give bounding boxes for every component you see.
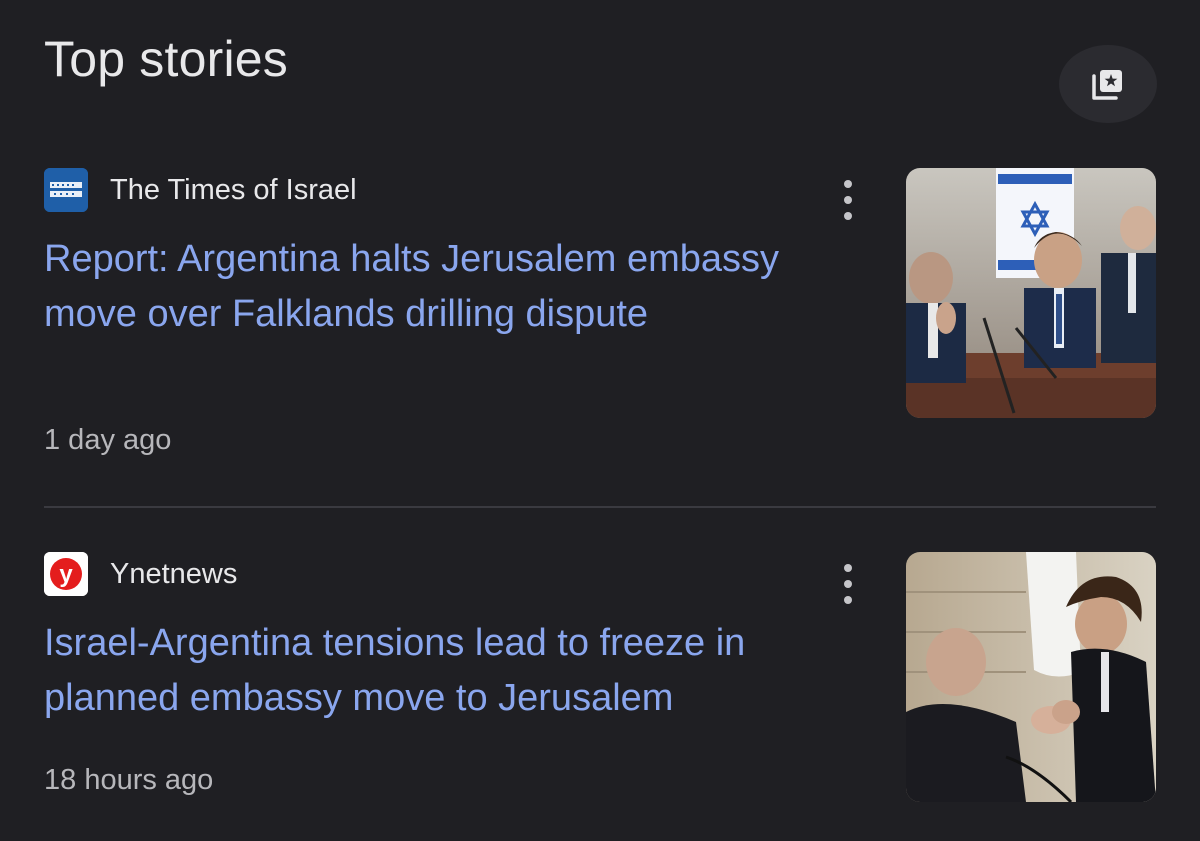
source-name: The Times of Israel — [110, 173, 357, 206]
times-of-israel-logo — [44, 168, 88, 212]
source-name: Ynetnews — [110, 557, 238, 590]
story-thumbnail[interactable] — [906, 168, 1156, 418]
story-headline[interactable]: Israel-Argentina tensions lead to freeze… — [44, 616, 844, 726]
more-options-button[interactable] — [834, 564, 862, 604]
more-dot — [844, 580, 852, 588]
story-timestamp: 18 hours ago — [44, 764, 214, 796]
story-divider — [44, 506, 1156, 508]
section-title: Top stories — [44, 31, 288, 87]
more-options-button[interactable] — [834, 180, 862, 220]
ynetnews-logo: y — [44, 552, 88, 596]
story-headline[interactable]: Report: Argentina halts Jerusalem embass… — [44, 232, 844, 342]
story-thumbnail[interactable] — [906, 552, 1156, 802]
top-stories-panel: Top stories The Times of Israel Report: … — [0, 0, 1200, 841]
more-dot — [844, 564, 852, 572]
source-row: y Ynetnews — [44, 552, 237, 596]
saved-stories-button[interactable] — [1059, 45, 1157, 123]
more-dot — [844, 596, 852, 604]
story-card[interactable]: The Times of Israel Report: Argentina ha… — [44, 168, 1156, 468]
svg-text:y: y — [59, 561, 73, 588]
more-dot — [844, 180, 852, 188]
more-dot — [844, 212, 852, 220]
story-card[interactable]: y Ynetnews Israel-Argentina tensions lea… — [44, 552, 1156, 812]
saved-stories-icon — [1088, 64, 1128, 104]
story-timestamp: 1 day ago — [44, 424, 172, 456]
more-dot — [844, 196, 852, 204]
source-row: The Times of Israel — [44, 168, 357, 212]
